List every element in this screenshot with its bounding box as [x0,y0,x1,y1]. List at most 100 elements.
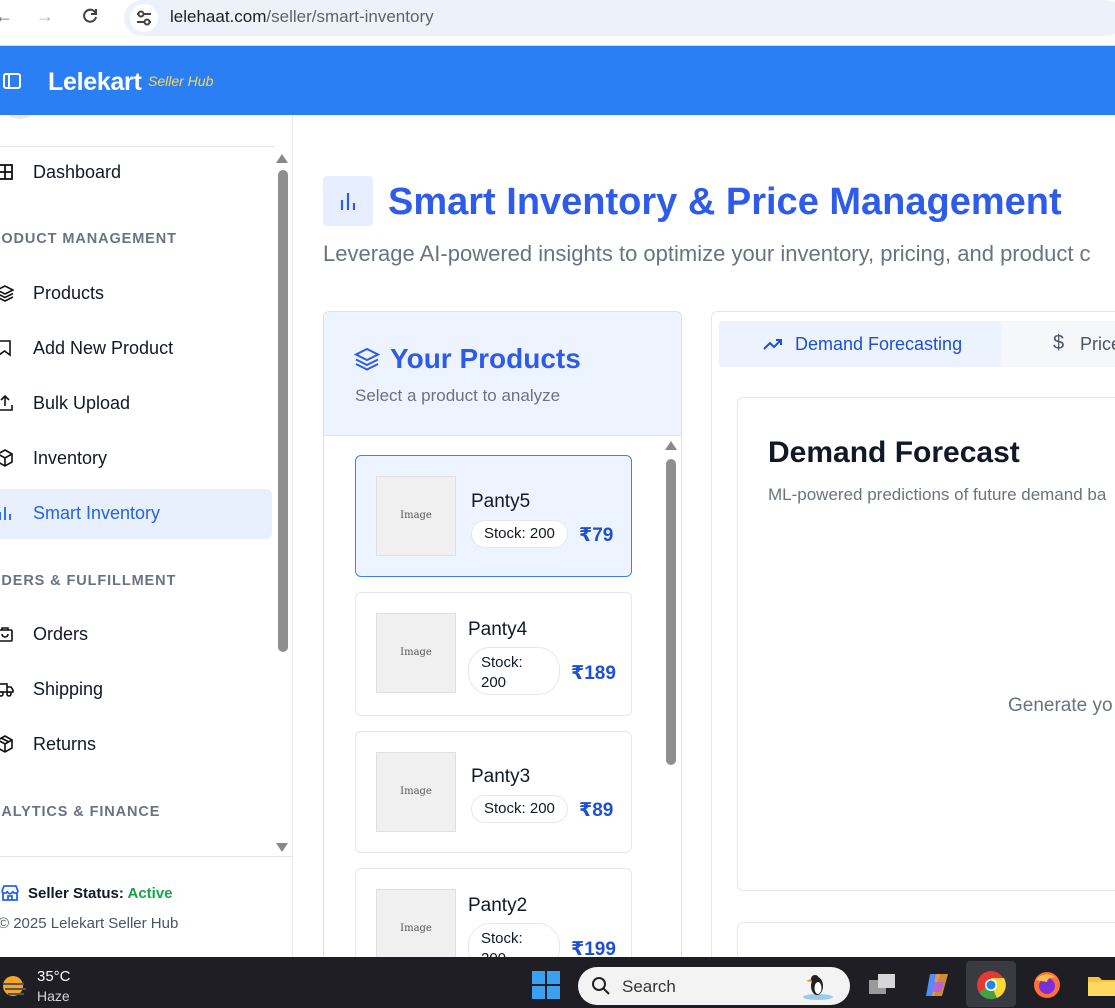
tab-label: Price [1080,334,1115,354]
sidebar-item-returns[interactable]: Returns [0,720,272,770]
sidebar-item-add-new-product[interactable]: Add New Product [0,324,272,374]
status-badge: Active [127,885,173,902]
sidebar-item-shipping[interactable]: Shipping [0,665,272,715]
products-panel: Your Products Select a product to analyz… [323,311,682,957]
product-card[interactable]: Image Panty4 Stock: 200 ₹189 [355,592,632,716]
stock-badge: Stock: 200 [471,795,568,823]
sidebar-item-label: Inventory [33,448,108,468]
box-icon [0,449,16,469]
product-name: Panty2 [468,895,528,916]
sidebar-item-smart-inventory[interactable]: Smart Inventory [0,489,272,539]
product-name: Panty4 [468,619,528,640]
site-info-icon[interactable] [130,4,158,32]
title-chart-icon [323,176,373,226]
upload-icon [0,394,16,414]
demand-forecast-card: Demand Forecast ML-powered predictions o… [737,397,1115,891]
copyright-text: © 2025 Lelekart Seller Hub [0,915,179,932]
product-card[interactable]: Image Panty2 Stock: 200 ₹199 [355,868,632,957]
sidebar-item-label: Returns [33,734,97,754]
scroll-up-arrow-icon[interactable] [276,154,288,163]
bag-icon [0,625,16,645]
stock-badge: Stock: 200 [468,647,560,695]
sidebar-item-products[interactable]: Products [0,269,272,319]
forecast-subtitle: ML-powered predictions of future demand … [768,485,1107,504]
products-scrollbar[interactable] [666,459,676,765]
sidebar: Dashboard RODUCT MANAGEMENT Products Add… [0,115,293,957]
sidebar-item-label: Add New Product [33,338,174,358]
sidebar-scrollbar[interactable] [278,170,288,652]
search-placeholder: Search [622,977,676,996]
package-icon [0,735,16,755]
firefox-icon[interactable] [1032,970,1062,1000]
products-title: Your Products [390,343,581,374]
sidebar-footer: Seller Status: Active © 2025 Lelekart Se… [0,856,292,957]
analysis-panel: Demand Forecasting $ Price Demand Foreca… [711,311,1115,957]
layers-icon [353,346,381,377]
copilot-icon[interactable] [922,970,952,1000]
chrome-icon[interactable] [976,970,1006,1000]
product-image: Image [376,889,456,957]
avatar[interactable] [0,115,40,119]
task-view-icon[interactable] [867,970,897,1000]
scroll-up-arrow-icon[interactable] [665,441,677,450]
product-card[interactable]: Image Panty3 Stock: 200 ₹89 [355,731,632,853]
page-subtitle: Leverage AI-powered insights to optimize… [323,241,1091,266]
section-product-management: RODUCT MANAGEMENT [0,231,177,247]
product-card[interactable]: Image Panty5 Stock: 200 ₹79 [355,455,632,577]
secondary-card [737,922,1115,957]
product-price: ₹189 [571,663,616,684]
sidebar-item-inventory[interactable]: Inventory [0,434,272,484]
sidebar-toggle-icon[interactable] [2,71,22,96]
product-image: Image [376,613,456,693]
product-name: Panty5 [471,491,531,512]
file-explorer-icon[interactable] [1087,970,1115,1000]
products-panel-header: Your Products Select a product to analyz… [324,312,681,436]
reload-icon[interactable] [78,4,102,28]
store-icon [0,883,20,908]
url-text[interactable]: lelehaat.com/seller/smart-inventory [170,7,434,27]
weather-icon[interactable] [0,971,30,1006]
scroll-down-arrow-icon[interactable] [276,843,288,852]
tab-price[interactable]: $ Price [1001,321,1115,367]
seller-status: Seller Status: Active [28,885,173,902]
sidebar-item-orders[interactable]: Orders [0,610,272,660]
grid-icon [0,163,16,183]
sidebar-item-label: Orders [33,624,89,644]
search-icon [591,976,611,1001]
section-analytics-finance: NALYTICS & FINANCE [0,804,161,820]
back-icon[interactable]: ← [0,4,16,28]
page-title: Smart Inventory & Price Management [388,181,1062,223]
brand-subtitle: Seller Hub [148,73,214,89]
windows-start-icon[interactable] [531,970,561,1000]
trending-up-icon [763,334,783,359]
taskbar: 35°C Haze Search [0,957,1115,1008]
forecast-title: Demand Forecast [768,436,1020,469]
section-orders-fulfillment: RDERS & FULFILLMENT [0,573,177,589]
tab-demand-forecasting[interactable]: Demand Forecasting [719,321,1001,367]
tab-bar: Demand Forecasting $ Price [719,321,1115,367]
tab-label: Demand Forecasting [795,334,963,354]
weather-desc: Haze [37,988,70,1004]
divider [0,146,275,147]
products-subtitle: Select a product to analyze [355,386,561,405]
product-price: ₹199 [571,939,616,957]
truck-icon [0,680,16,700]
forward-icon[interactable]: → [33,4,57,28]
brand-logo[interactable]: Lelekart [48,68,142,97]
product-image: Image [376,752,456,832]
product-image: Image [376,476,456,556]
product-price: ₹89 [579,800,614,821]
bookmark-icon [0,339,16,359]
forecast-empty-state: Generate yo [1008,695,1113,716]
product-price: ₹79 [579,525,614,546]
sidebar-item-label: Shipping [33,679,104,699]
layers-icon [0,284,16,304]
sidebar-item-bulk-upload[interactable]: Bulk Upload [0,379,272,429]
sidebar-item-dashboard[interactable]: Dashboard [0,148,272,198]
stock-badge: Stock: 200 [468,923,560,957]
sidebar-item-label: Smart Inventory [33,503,161,523]
sidebar-item-label: Products [33,283,105,303]
taskbar-search[interactable]: Search [578,967,850,1005]
stock-badge: Stock: 200 [471,520,568,548]
puffin-icon [800,971,836,1006]
